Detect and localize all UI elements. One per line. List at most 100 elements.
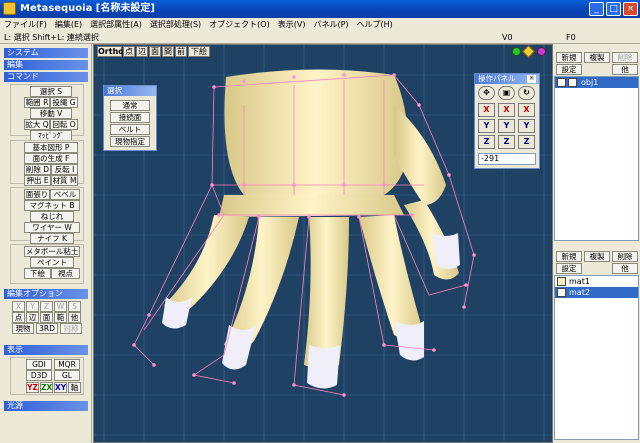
material-settings-button[interactable]: 設定: [556, 263, 582, 274]
material-tool[interactable]: 材質 M: [51, 175, 78, 186]
metaball-tool[interactable]: メタボール粘土: [24, 246, 80, 257]
lock-z-toggle[interactable]: Z: [40, 301, 53, 312]
menu-selection-proc[interactable]: 選択部処理(S): [146, 18, 205, 32]
object-duplicate-button[interactable]: 複製: [584, 52, 610, 63]
section-light[interactable]: 光源: [4, 401, 88, 411]
object-row[interactable]: obj1: [555, 77, 638, 88]
menu-file[interactable]: ファイル(F): [0, 18, 51, 32]
axis-x-button-1[interactable]: X: [478, 103, 495, 117]
current-object-toggle[interactable]: 現物: [12, 323, 34, 334]
world-toggle[interactable]: W: [54, 301, 67, 312]
section-edit[interactable]: 編集: [4, 60, 88, 70]
close-icon[interactable]: ×: [527, 75, 536, 83]
gl-button[interactable]: GL: [54, 370, 80, 381]
lock-y-toggle[interactable]: Y: [26, 301, 39, 312]
3rd-toggle[interactable]: 3RD: [36, 323, 58, 334]
section-system[interactable]: システム: [4, 48, 88, 58]
axis-y-button-2[interactable]: Y: [498, 119, 515, 133]
create-face-tool[interactable]: 面の生成 F: [24, 153, 78, 164]
gdi-button[interactable]: GDI: [26, 359, 52, 370]
show-vertex-toggle[interactable]: 点: [123, 46, 135, 57]
face-toggle[interactable]: 面: [40, 312, 53, 323]
material-duplicate-button[interactable]: 複製: [584, 251, 610, 262]
delete-tool[interactable]: 削除 D: [24, 164, 51, 175]
object-settings-button[interactable]: 設定: [556, 64, 582, 75]
select-current-button[interactable]: 現物指定: [110, 136, 150, 147]
move-tool[interactable]: 移動 V: [30, 108, 72, 119]
axis-z-button-1[interactable]: Z: [478, 135, 495, 149]
material-delete-button[interactable]: 削除: [612, 251, 638, 262]
knife-tool[interactable]: ナイフ K: [30, 233, 74, 244]
selection-window-title[interactable]: 選択: [104, 86, 156, 96]
d3d-button[interactable]: D3D: [26, 370, 52, 381]
twist-tool[interactable]: ねじれ: [30, 211, 74, 222]
menu-selection-attr[interactable]: 選択部属性(A): [86, 18, 146, 32]
ortho-toggle[interactable]: Ortho: [97, 46, 124, 57]
move-mode-icon[interactable]: ✥: [478, 86, 495, 100]
select-normal-button[interactable]: 通常: [110, 100, 150, 111]
bevel-tool[interactable]: ベベル: [50, 189, 80, 200]
rotate-view-icon[interactable]: [537, 47, 546, 56]
object-delete-button[interactable]: 削除: [612, 52, 638, 63]
object-new-button[interactable]: 新規: [556, 52, 582, 63]
select-belt-button[interactable]: ベルト: [110, 124, 150, 135]
range-toggle[interactable]: 範: [54, 312, 67, 323]
flip-tool[interactable]: 反転 I: [51, 164, 78, 175]
section-command[interactable]: コマンド: [4, 72, 88, 82]
screen-toggle[interactable]: S: [68, 301, 81, 312]
scale-tool[interactable]: 拡大 Q: [24, 119, 50, 130]
value-field[interactable]: -291: [478, 153, 536, 165]
material-row[interactable]: mat1: [555, 276, 638, 287]
select-tool[interactable]: 選択 S: [30, 86, 72, 97]
magnet-tool[interactable]: マグネット B: [24, 200, 80, 211]
wire-tool[interactable]: ワイヤー W: [24, 222, 80, 233]
3d-viewport[interactable]: Ortho 点 辺 面 間 前 下絵 選択 通常 接続面 ベルト 現物指定 操作…: [93, 44, 553, 443]
scale-mode-icon[interactable]: ▣: [498, 86, 515, 100]
yz-view-button[interactable]: YZ: [26, 382, 39, 393]
show-edge-toggle[interactable]: 辺: [136, 46, 148, 57]
maximize-button[interactable]: □: [606, 2, 621, 16]
axis-x-button-3[interactable]: X: [518, 103, 535, 117]
axis-y-button-3[interactable]: Y: [518, 119, 535, 133]
xy-view-button[interactable]: XY: [54, 382, 67, 393]
mqr-button[interactable]: MQR: [54, 359, 80, 370]
edge-toggle[interactable]: 辺: [26, 312, 39, 323]
axis-z-button-3[interactable]: Z: [518, 135, 535, 149]
primitive-tool[interactable]: 基本図形 P: [24, 142, 78, 153]
menu-view[interactable]: 表示(V): [274, 18, 310, 32]
viewpoint-tool[interactable]: 視点: [51, 268, 80, 279]
menu-object[interactable]: オブジェクト(O): [205, 18, 274, 32]
fill-face-tool[interactable]: 面張り: [24, 189, 50, 200]
menu-help[interactable]: ヘルプ(H): [353, 18, 397, 32]
axis-button[interactable]: 軸: [68, 382, 81, 393]
material-other-button[interactable]: 他: [612, 263, 638, 274]
show-face-toggle[interactable]: 面: [149, 46, 161, 57]
visibility-icon[interactable]: [557, 78, 566, 87]
axis-z-button-2[interactable]: Z: [498, 135, 515, 149]
object-other-button[interactable]: 他: [612, 64, 638, 75]
paint-tool[interactable]: ペイント: [30, 257, 74, 268]
other-toggle[interactable]: 他: [68, 312, 81, 323]
show-underlay-toggle[interactable]: 下絵: [188, 46, 210, 57]
material-new-button[interactable]: 新規: [556, 251, 582, 262]
show-between-toggle[interactable]: 間: [162, 46, 174, 57]
symmetry-toggle[interactable]: 対称: [60, 323, 82, 334]
range-tool[interactable]: 範囲 R: [24, 97, 50, 108]
underlay-tool[interactable]: 下絵: [24, 268, 51, 279]
minimize-button[interactable]: _: [589, 2, 604, 16]
rotate-mode-icon[interactable]: ↻: [518, 86, 535, 100]
vertex-toggle[interactable]: 点: [12, 312, 25, 323]
section-edit-options[interactable]: 編集オプション: [4, 289, 88, 299]
show-front-toggle[interactable]: 前: [175, 46, 187, 57]
axis-x-button-2[interactable]: X: [498, 103, 515, 117]
lasso-tool[interactable]: 投縄 G: [50, 97, 78, 108]
lock-icon[interactable]: [568, 78, 577, 87]
select-connected-button[interactable]: 接続面: [110, 112, 150, 123]
material-row[interactable]: mat2: [555, 287, 638, 298]
extrude-tool[interactable]: 押出 E: [24, 175, 51, 186]
rotate-tool[interactable]: 回転 O: [50, 119, 78, 130]
zoom-icon[interactable]: [512, 47, 521, 56]
menu-edit[interactable]: 編集(E): [51, 18, 86, 32]
close-button[interactable]: ×: [623, 2, 638, 16]
lock-x-toggle[interactable]: X: [12, 301, 25, 312]
